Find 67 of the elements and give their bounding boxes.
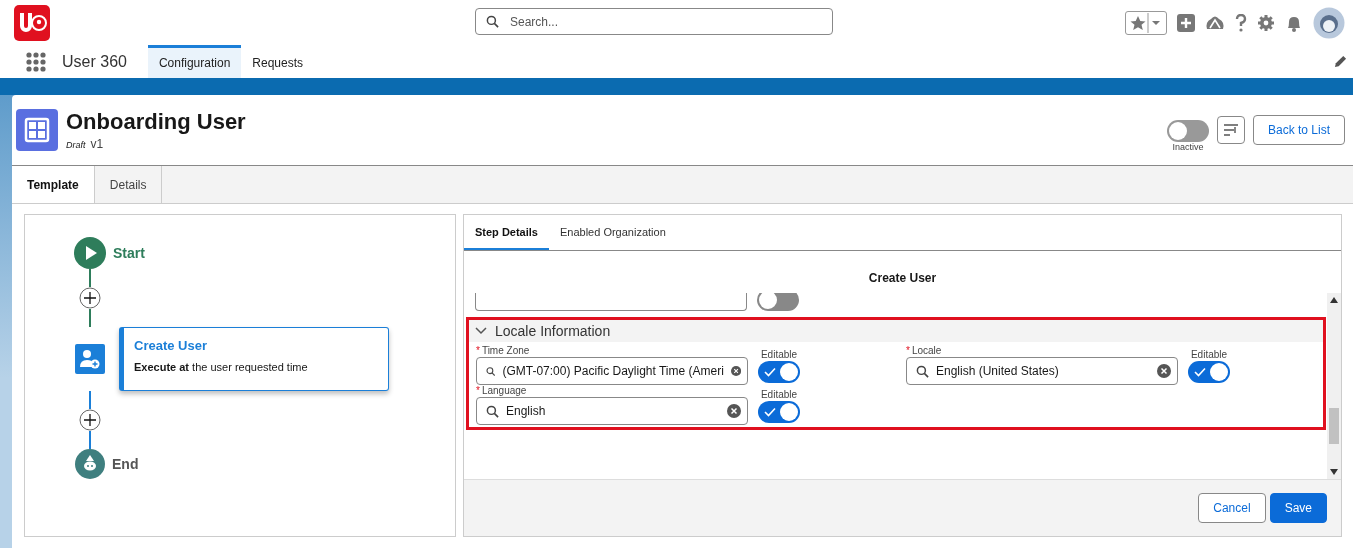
- template-icon: [16, 109, 58, 151]
- record-tab[interactable]: Details: [94, 166, 163, 203]
- save-button[interactable]: Save: [1269, 493, 1327, 523]
- search-icon: [486, 15, 499, 28]
- search-icon: [486, 364, 496, 378]
- add-step-icon[interactable]: [79, 409, 101, 431]
- toggle-switch[interactable]: [758, 401, 800, 423]
- nav-tab[interactable]: Requests: [241, 45, 314, 78]
- record-title: Onboarding User: [66, 109, 246, 135]
- search-icon: [486, 404, 499, 418]
- filter-icon: [1222, 123, 1239, 137]
- app-name: User 360: [62, 52, 127, 71]
- cancel-button[interactable]: Cancel: [1198, 493, 1266, 523]
- scrollbar[interactable]: [1327, 293, 1341, 479]
- scrollbar-thumb[interactable]: [1329, 408, 1339, 444]
- clear-icon[interactable]: [730, 364, 741, 378]
- field-label: * Time Zone: [476, 345, 531, 356]
- chevron-icon[interactable]: [475, 327, 487, 335]
- toggle-switch[interactable]: [757, 293, 799, 311]
- version-label: v1: [90, 137, 104, 151]
- pencil-icon[interactable]: [1334, 55, 1347, 68]
- add-user-icon[interactable]: [75, 344, 105, 374]
- app-launcher-icon[interactable]: [26, 51, 46, 72]
- toggle-switch[interactable]: [758, 361, 800, 383]
- check-icon: [764, 367, 776, 377]
- toggle-label: Inactive: [1172, 142, 1204, 152]
- clear-icon[interactable]: [1157, 364, 1171, 378]
- check-icon: [764, 407, 776, 417]
- detail-tab[interactable]: Enabled Organization: [548, 215, 677, 250]
- favorites-button[interactable]: [1125, 10, 1167, 35]
- step-heading: Create User: [464, 251, 1341, 293]
- end-icon: [75, 449, 105, 479]
- active-toggle[interactable]: [1166, 120, 1209, 142]
- step-card[interactable]: Create User Execute at the user requested time: [119, 327, 389, 391]
- back-to-list-button[interactable]: Back to List: [1252, 115, 1345, 145]
- add-icon[interactable]: [1177, 13, 1195, 32]
- editable-label: Editable: [1190, 349, 1228, 360]
- search-field[interactable]: Search...: [475, 8, 833, 35]
- editable-label: Editable: [760, 349, 798, 360]
- input-field[interactable]: [475, 293, 747, 311]
- clear-icon[interactable]: [727, 404, 741, 418]
- add-step-icon[interactable]: [79, 287, 101, 309]
- app-logo[interactable]: [14, 4, 50, 41]
- play-icon[interactable]: [74, 237, 106, 269]
- start-label: Start: [113, 245, 145, 261]
- field-label: * Locale: [906, 345, 943, 356]
- search-icon: [916, 364, 929, 378]
- lookup-field[interactable]: English (United States): [906, 357, 1178, 385]
- status-label: Draft: [66, 140, 86, 150]
- scroll-up-icon[interactable]: [1330, 297, 1338, 303]
- editable-label: Editable: [760, 389, 798, 400]
- lookup-field[interactable]: English: [476, 397, 748, 425]
- nav-tab[interactable]: Configuration: [147, 45, 242, 78]
- help-icon[interactable]: [1235, 13, 1247, 32]
- end-label: End: [112, 456, 139, 472]
- step-description: Execute at the user requested time: [134, 361, 309, 373]
- record-tab[interactable]: Template: [12, 166, 95, 203]
- lookup-field[interactable]: (GMT-07:00) Pacific Daylight Time (Ameri: [476, 357, 748, 385]
- check-icon: [1194, 367, 1206, 377]
- scroll-down-icon[interactable]: [1330, 469, 1338, 475]
- field-label: * Language: [476, 385, 528, 396]
- step-title: Create User: [134, 338, 208, 353]
- avatar-icon[interactable]: [1313, 6, 1345, 39]
- section-header[interactable]: Locale Information: [469, 320, 1323, 342]
- settings-icon[interactable]: [1257, 13, 1275, 32]
- toggle-switch[interactable]: [1188, 361, 1230, 383]
- filter-button[interactable]: [1216, 116, 1245, 144]
